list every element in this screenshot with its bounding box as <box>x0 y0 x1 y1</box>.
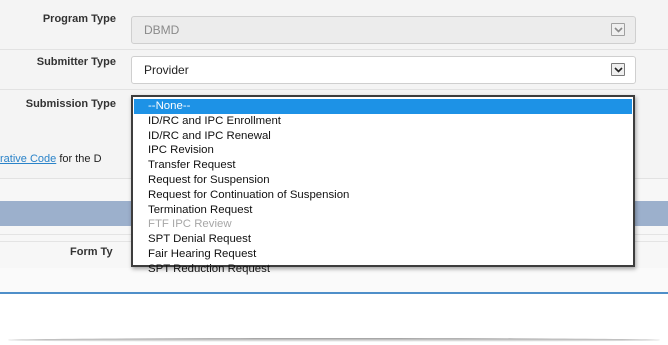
dropdown-option[interactable]: Request for Continuation of Suspension <box>134 188 632 203</box>
dropdown-option[interactable]: --None-- <box>134 99 632 114</box>
submitter-type-label: Submitter Type <box>36 56 116 68</box>
page: Program Type DBMD Submitter Type Provide… <box>0 0 668 345</box>
dropdown-option[interactable]: Termination Request <box>134 203 632 218</box>
dropdown-option[interactable]: IPC Revision <box>134 143 632 158</box>
divider <box>0 89 668 90</box>
submitter-type-value: Provider <box>144 63 189 77</box>
divider <box>0 49 668 50</box>
administrative-code-link[interactable]: rative Code <box>0 153 56 165</box>
dropdown-option[interactable]: Fair Hearing Request <box>134 247 632 262</box>
dropdown-option: FTF IPC Review <box>148 218 232 231</box>
dropdown-option[interactable]: Transfer Request <box>134 158 632 173</box>
dropdown-option[interactable]: SPT Reduction Request <box>134 262 632 277</box>
note-line: rative Code for the D <box>0 153 102 165</box>
dropdown-option[interactable]: ID/RC and IPC Renewal <box>134 129 632 144</box>
program-type-label: Program Type <box>42 13 116 25</box>
dropdown-option[interactable]: Request for Suspension <box>134 173 632 188</box>
submission-type-label: Submission Type <box>25 98 116 110</box>
chevron-down-icon <box>611 23 625 36</box>
page-shadow <box>8 338 660 342</box>
submitter-type-select[interactable]: Provider <box>131 56 636 84</box>
form-type-column-header[interactable]: Form Ty <box>70 246 113 258</box>
dropdown-option[interactable]: SPT Denial Request <box>134 232 632 247</box>
chevron-down-icon[interactable] <box>611 63 625 76</box>
program-type-value: DBMD <box>144 23 180 37</box>
program-type-select: DBMD <box>131 16 636 44</box>
dropdown-option[interactable]: ID/RC and IPC Enrollment <box>134 114 632 129</box>
note-text: for the D <box>56 153 102 165</box>
submission-type-dropdown-list[interactable]: --None-- ID/RC and IPC Enrollment ID/RC an… <box>131 95 635 275</box>
